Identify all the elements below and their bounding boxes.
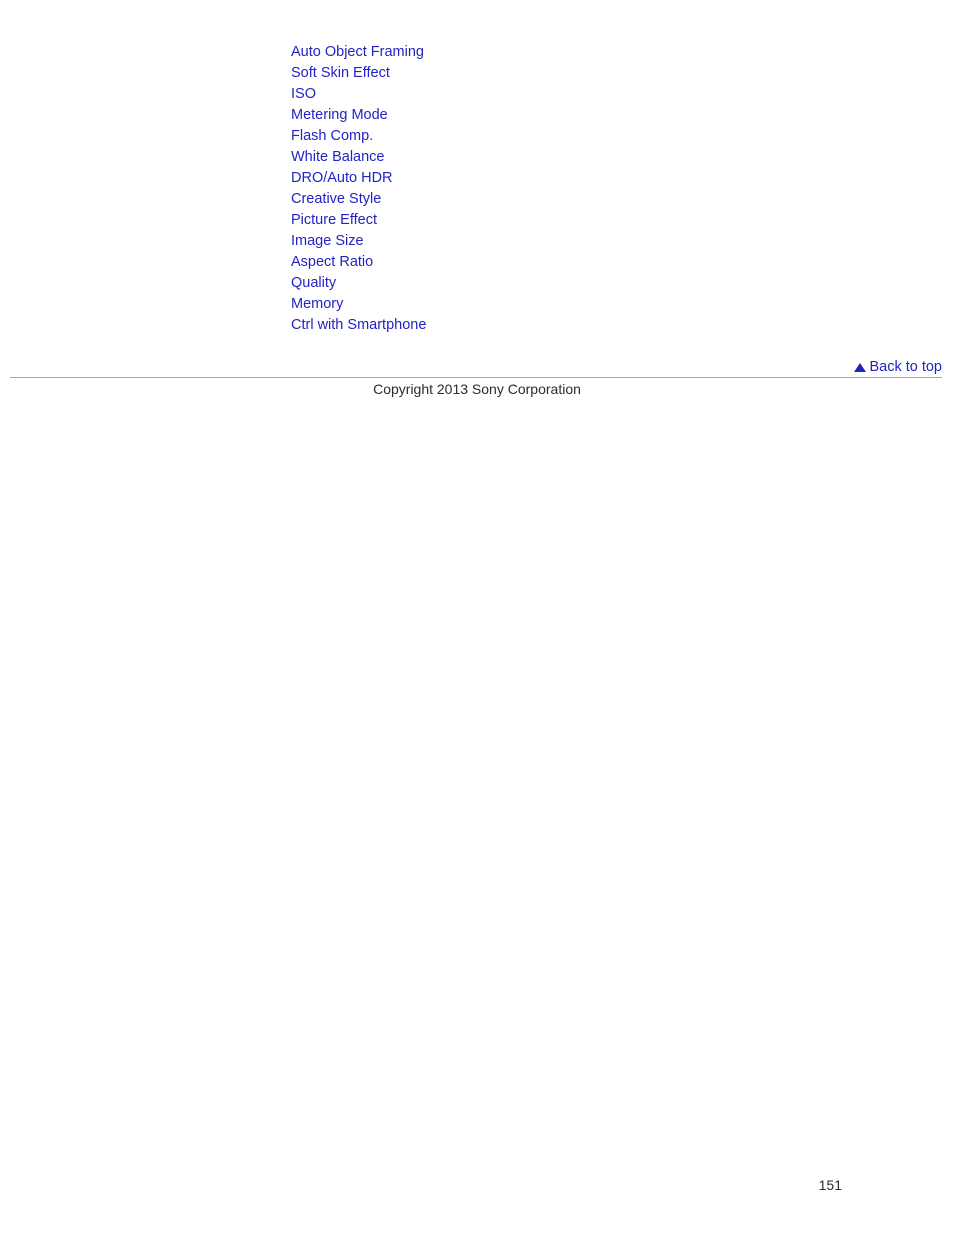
list-item: Image Size (291, 230, 426, 251)
list-item: Soft Skin Effect (291, 62, 426, 83)
topic-link[interactable]: Flash Comp. (291, 128, 373, 144)
list-item: Quality (291, 272, 426, 293)
list-item: Auto Object Framing (291, 41, 426, 62)
topic-link[interactable]: Ctrl with Smartphone (291, 317, 426, 333)
list-item: Flash Comp. (291, 125, 426, 146)
topic-link[interactable]: Creative Style (291, 191, 381, 207)
topic-link[interactable]: DRO/Auto HDR (291, 170, 393, 186)
topic-link[interactable]: Picture Effect (291, 212, 377, 228)
back-to-top-row: Back to top (10, 358, 942, 376)
topic-link[interactable]: Metering Mode (291, 107, 388, 123)
list-item: Ctrl with Smartphone (291, 314, 426, 335)
topic-link[interactable]: White Balance (291, 149, 385, 165)
related-topics-link-list: Auto Object Framing Soft Skin Effect ISO Me… (291, 41, 426, 335)
list-item: Metering Mode (291, 104, 426, 125)
list-item: White Balance (291, 146, 426, 167)
topic-link[interactable]: Image Size (291, 233, 364, 249)
topic-link[interactable]: Auto Object Framing (291, 44, 424, 60)
triangle-up-icon (854, 363, 867, 372)
topic-link[interactable]: Quality (291, 275, 336, 291)
topic-link[interactable]: ISO (291, 86, 316, 102)
copyright-text: Copyright 2013 Sony Corporation (373, 381, 581, 397)
list-item: ISO (291, 83, 426, 104)
topic-link[interactable]: Memory (291, 296, 343, 312)
page-number: 151 (818, 1177, 842, 1193)
back-to-top-label: Back to top (869, 359, 942, 375)
topic-link[interactable]: Aspect Ratio (291, 254, 373, 270)
list-item: Creative Style (291, 188, 426, 209)
list-item: Aspect Ratio (291, 251, 426, 272)
list-item: Picture Effect (291, 209, 426, 230)
footer-divider (10, 377, 942, 378)
list-item: Memory (291, 293, 426, 314)
back-to-top-link[interactable]: Back to top (854, 359, 942, 375)
topic-link[interactable]: Soft Skin Effect (291, 65, 390, 81)
list-item: DRO/Auto HDR (291, 167, 426, 188)
